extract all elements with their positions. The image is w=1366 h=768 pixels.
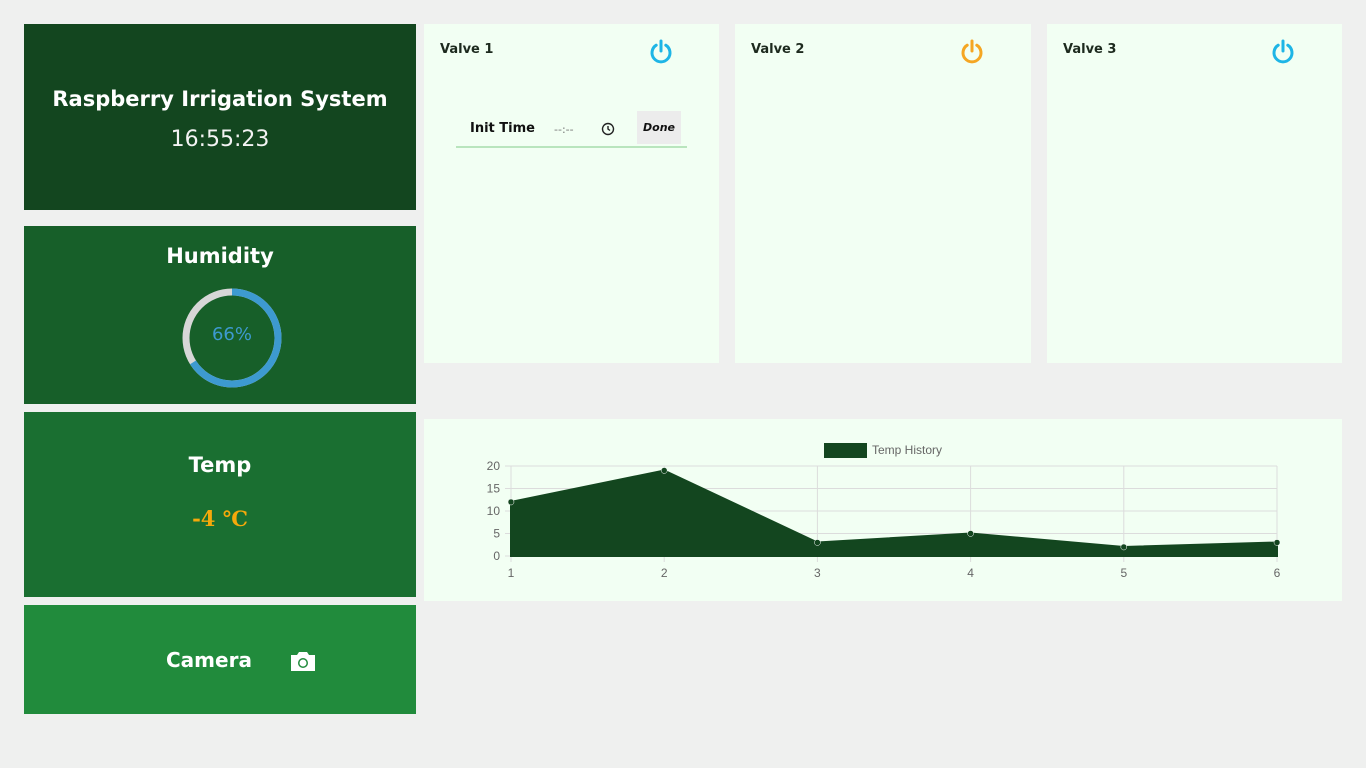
init-time-row: Init Time Done [456,111,687,148]
data-point [660,467,668,474]
x-tick-label: 2 [661,566,668,580]
series-area [510,469,1278,557]
camera-tile[interactable]: Camera [24,605,416,714]
x-tick-label: 1 [508,566,515,580]
y-tick-label: 0 [493,549,500,563]
humidity-gauge: 66% [181,287,283,389]
valve-title: Valve 2 [751,42,805,57]
data-point [507,498,515,506]
data-point [1120,543,1128,551]
legend-swatch [824,443,867,458]
power-icon[interactable] [1270,39,1296,65]
humidity-tile: Humidity 66% [24,226,416,404]
x-tick-label: 4 [967,566,974,580]
clock-display: 16:55:23 [170,127,270,152]
humidity-title: Humidity [166,244,274,268]
power-icon[interactable] [959,39,985,65]
app-title: Raspberry Irrigation System [52,87,388,111]
y-tick-label: 20 [487,459,501,473]
legend-label: Temp History [872,443,942,457]
data-point [1273,539,1281,546]
valve-panel-2: Valve 2 [735,24,1031,363]
clock-icon[interactable] [601,122,615,136]
valve-title: Valve 3 [1063,42,1117,57]
camera-label: Camera [166,648,252,672]
valve-panel-3: Valve 3 [1047,24,1342,363]
temp-tile: Temp -4 ℃ [24,412,416,597]
x-tick-label: 5 [1120,566,1127,580]
chart-svg: Temp History 0 5 10 15 20 1 2 3 4 5 6 [487,443,1281,580]
valve-panel-1: Valve 1 Init Time Done [424,24,719,363]
power-icon[interactable] [648,39,674,65]
init-time-label: Init Time [470,121,535,136]
x-tick-label: 6 [1274,566,1281,580]
temp-history-chart: Temp History 0 5 10 15 20 1 2 3 4 5 6 [424,419,1342,601]
y-tick-label: 10 [487,504,501,518]
valve-title: Valve 1 [440,42,494,57]
data-point [967,530,974,537]
x-tick-label: 3 [814,566,821,580]
temp-title: Temp [188,453,252,477]
data-point [814,539,821,546]
camera-icon[interactable] [289,649,317,673]
temp-value: -4 ℃ [192,506,248,531]
humidity-value: 66% [211,324,252,345]
y-tick-label: 5 [493,527,500,541]
header-tile: Raspberry Irrigation System 16:55:23 [24,24,416,210]
done-button[interactable]: Done [637,111,681,144]
y-tick-label: 15 [487,482,501,496]
